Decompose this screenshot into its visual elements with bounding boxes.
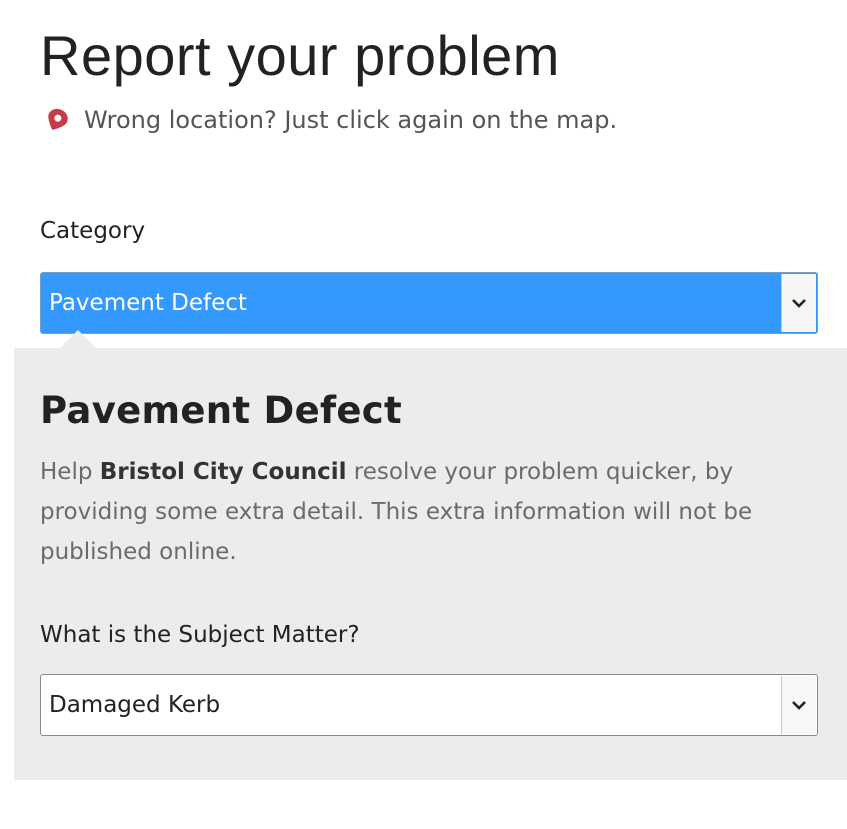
panel-pointer (60, 330, 96, 348)
report-form-page: Report your problem Wrong location? Just… (0, 0, 847, 829)
category-select[interactable]: Pavement Defect (40, 272, 818, 334)
category-select-value: Pavement Defect (49, 290, 247, 316)
details-heading: Pavement Defect (40, 389, 402, 432)
help-prefix: Help (40, 459, 100, 485)
chevron-down-glyph (792, 299, 806, 308)
map-pin-icon (48, 108, 68, 130)
wrong-location-note: Wrong location? Just click again on the … (44, 103, 617, 137)
subject-select[interactable]: Damaged Kerb (40, 674, 818, 736)
category-label: Category (40, 218, 146, 244)
help-text: Help Bristol City Council resolve your p… (40, 452, 810, 572)
chevron-down-glyph (792, 701, 806, 710)
subject-label: What is the Subject Matter? (40, 622, 360, 648)
chevron-down-icon[interactable] (781, 274, 816, 332)
chevron-down-icon[interactable] (781, 676, 816, 734)
wrong-location-text: Wrong location? Just click again on the … (84, 106, 618, 134)
council-name: Bristol City Council (99, 459, 347, 485)
subject-select-value: Damaged Kerb (49, 692, 221, 718)
page-title: Report your problem (40, 24, 560, 87)
